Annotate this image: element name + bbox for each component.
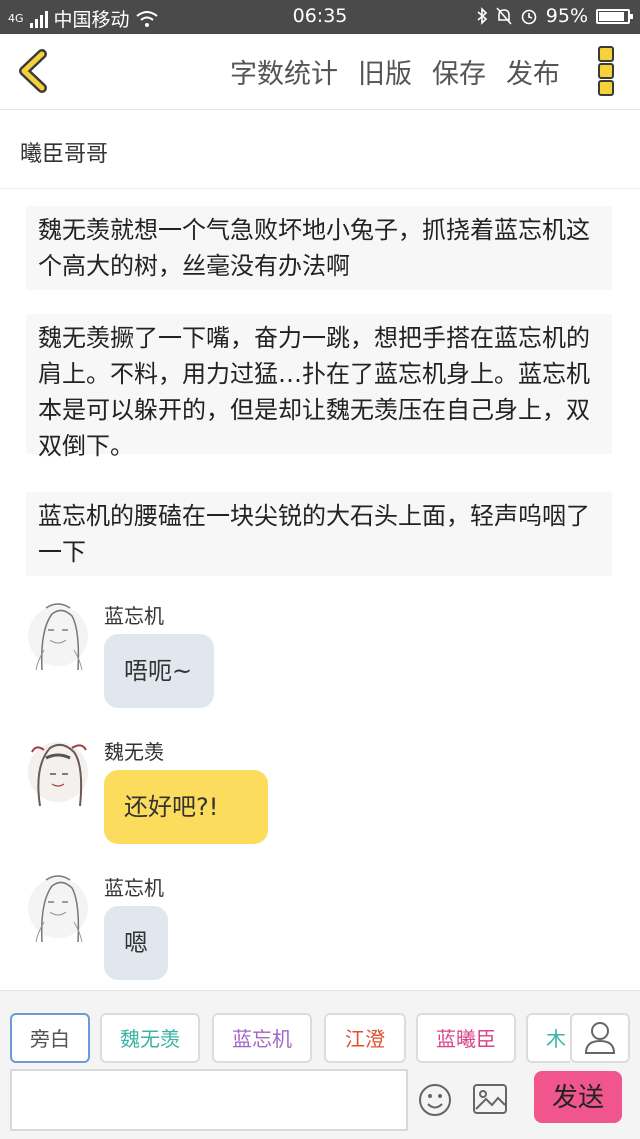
character-chip[interactable]: 蓝曦臣 — [416, 1013, 516, 1063]
save-button[interactable]: 保存 — [432, 52, 486, 91]
avatar — [28, 875, 88, 943]
narration-block[interactable]: 魏无羡撅了一下嘴，奋力一跳，想把手搭在蓝忘机的肩上。不料，用力过猛…扑在了蓝忘机… — [26, 314, 612, 460]
character-chip[interactable]: 江澄 — [324, 1013, 406, 1063]
chat-message[interactable]: 魏无羡 还好吧?! — [26, 736, 586, 848]
message-text: 嗯 — [124, 929, 148, 957]
story-title-bar[interactable]: 曦臣哥哥 — [0, 110, 640, 189]
character-selector: 旁白 魏无羡 蓝忘机 江澄 蓝曦臣 木 — [10, 1013, 570, 1065]
old-version-button[interactable]: 旧版 — [358, 52, 412, 91]
chip-label: 魏无羡 — [120, 1027, 180, 1051]
chip-label: 木 — [546, 1027, 566, 1051]
speaker-name: 魏无羡 — [104, 740, 164, 764]
user-icon[interactable] — [570, 1013, 630, 1063]
chip-label: 蓝曦臣 — [436, 1027, 496, 1051]
battery-percent: 95% — [545, 5, 588, 27]
chevron-left-icon[interactable] — [14, 48, 54, 94]
narration-text: 魏无羡撅了一下嘴，奋力一跳，想把手搭在蓝忘机的肩上。不料，用力过猛…扑在了蓝忘机… — [38, 324, 590, 460]
clock: 06:35 — [292, 5, 348, 27]
image-icon[interactable] — [472, 1083, 508, 1115]
avatar — [28, 603, 88, 671]
narration-text: 蓝忘机的腰磕在一块尖锐的大石头上面，轻声呜咽了一下 — [38, 502, 590, 566]
story-title: 曦臣哥哥 — [20, 142, 109, 167]
character-chip-narrator[interactable]: 旁白 — [10, 1013, 90, 1063]
status-bar: 4G 中国移动 06:35 95% — [0, 0, 640, 34]
speaker-name: 蓝忘机 — [104, 876, 164, 900]
chat-message[interactable]: 蓝忘机 唔呃~ — [26, 600, 586, 712]
character-chip[interactable]: 蓝忘机 — [212, 1013, 312, 1063]
chip-label: 旁白 — [30, 1027, 70, 1051]
avatar — [28, 742, 88, 807]
word-count-button[interactable]: 字数统计 — [230, 52, 338, 91]
bluetooth-icon — [477, 7, 487, 25]
bell-muted-icon — [496, 7, 512, 25]
narration-block[interactable]: 魏无羡就想一个气急败坏地小兔子，抓挠着蓝忘机这个高大的树，丝毫没有办法啊 — [26, 206, 612, 290]
more-vertical-icon[interactable] — [598, 46, 614, 96]
message-bubble[interactable]: 唔呃~ — [104, 634, 214, 708]
narration-text: 魏无羡就想一个气急败坏地小兔子，抓挠着蓝忘机这个高大的树，丝毫没有办法啊 — [38, 216, 590, 280]
smiley-icon[interactable] — [418, 1083, 452, 1117]
composer-panel: 旁白 魏无羡 蓝忘机 江澄 蓝曦臣 木 发送 — [0, 990, 640, 1139]
message-text: 唔呃~ — [124, 657, 193, 685]
alarm-icon — [521, 9, 537, 25]
chat-message[interactable]: 蓝忘机 嗯 — [26, 872, 586, 984]
message-bubble[interactable]: 嗯 — [104, 906, 168, 980]
publish-button[interactable]: 发布 — [506, 52, 560, 91]
message-text: 还好吧?! — [124, 793, 219, 821]
editor-toolbar: 字数统计 旧版 保存 发布 — [0, 34, 640, 110]
chip-label: 江澄 — [345, 1027, 385, 1051]
chip-label: 蓝忘机 — [232, 1027, 292, 1051]
message-bubble[interactable]: 还好吧?! — [104, 770, 268, 844]
speaker-name: 蓝忘机 — [104, 604, 164, 628]
send-button[interactable]: 发送 — [534, 1071, 622, 1123]
character-chip[interactable]: 木 — [526, 1013, 570, 1063]
narration-block[interactable]: 蓝忘机的腰磕在一块尖锐的大石头上面，轻声呜咽了一下 — [26, 492, 612, 576]
character-chip[interactable]: 魏无羡 — [100, 1013, 200, 1063]
message-input[interactable] — [10, 1069, 408, 1131]
battery-icon — [596, 8, 633, 24]
